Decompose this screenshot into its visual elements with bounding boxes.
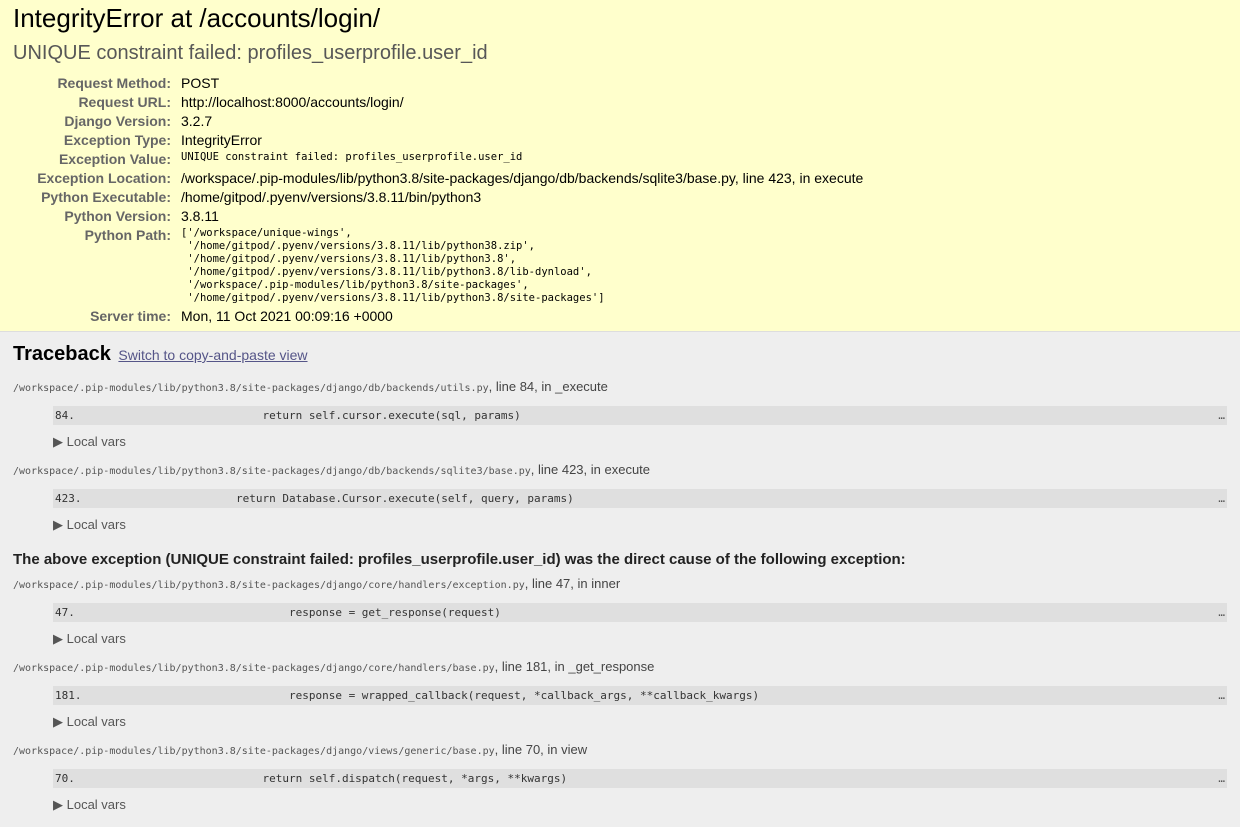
python-version-value: 3.8.11: [181, 208, 219, 224]
meta-row: Exception Value: UNIQUE constraint faile…: [13, 150, 863, 169]
meta-label: Request URL:: [78, 94, 171, 110]
expand-ellipsis[interactable]: …: [1218, 603, 1225, 622]
frame-location: , line 70, in view: [494, 742, 588, 757]
meta-row: Exception Location: /workspace/.pip-modu…: [13, 169, 863, 188]
frame-header: /workspace/.pip-modules/lib/python3.8/si…: [13, 742, 1227, 760]
request-method-value: POST: [181, 75, 220, 91]
local-vars-toggle[interactable]: ▶ Local vars: [53, 517, 1227, 533]
local-vars-toggle[interactable]: ▶ Local vars: [53, 797, 1227, 813]
expand-ellipsis[interactable]: …: [1218, 686, 1225, 705]
exception-value: UNIQUE constraint failed: profiles_userp…: [181, 151, 523, 163]
line-number: 70.: [55, 772, 75, 785]
expand-ellipsis[interactable]: …: [1218, 406, 1225, 425]
frames-group-b: /workspace/.pip-modules/lib/python3.8/si…: [13, 576, 1227, 813]
frame-header: /workspace/.pip-modules/lib/python3.8/si…: [13, 462, 1227, 480]
frame-filename: /workspace/.pip-modules/lib/python3.8/si…: [13, 663, 495, 674]
meta-label: Python Version:: [64, 208, 171, 224]
traceback-frame: /workspace/.pip-modules/lib/python3.8/si…: [13, 742, 1227, 813]
server-time-value: Mon, 11 Oct 2021 00:09:16 +0000: [181, 308, 393, 324]
line-number: 181.: [55, 689, 82, 702]
context-line[interactable]: 47. response = get_response(request) …: [53, 603, 1227, 622]
meta-row: Python Executable: /home/gitpod/.pyenv/v…: [13, 188, 863, 207]
code-text: response = wrapped_callback(request, *ca…: [183, 689, 760, 702]
python-path-value: ['/workspace/unique-wings', '/home/gitpo…: [181, 227, 605, 304]
meta-row: Python Version: 3.8.11: [13, 207, 863, 226]
django-version-value: 3.2.7: [181, 113, 213, 129]
frame-header: /workspace/.pip-modules/lib/python3.8/si…: [13, 576, 1227, 594]
frame-filename: /workspace/.pip-modules/lib/python3.8/si…: [13, 383, 489, 394]
code-text: return Database.Cursor.execute(self, que…: [183, 492, 574, 505]
python-executable-value: /home/gitpod/.pyenv/versions/3.8.11/bin/…: [181, 189, 482, 205]
line-number: 47.: [55, 606, 75, 619]
frame-filename: /workspace/.pip-modules/lib/python3.8/si…: [13, 580, 525, 591]
code-text: return self.dispatch(request, *args, **k…: [183, 772, 568, 785]
expand-ellipsis[interactable]: …: [1218, 769, 1225, 788]
context-line[interactable]: 84. return self.cursor.execute(sql, para…: [53, 406, 1227, 425]
context-line[interactable]: 70. return self.dispatch(request, *args,…: [53, 769, 1227, 788]
local-vars-toggle[interactable]: ▶ Local vars: [53, 714, 1227, 730]
meta-label: Exception Location:: [37, 170, 171, 186]
frame-location: , line 181, in _get_response: [494, 659, 655, 674]
request-meta-table: Request Method: POST Request URL: http:/…: [13, 74, 863, 326]
copy-paste-view-link[interactable]: Switch to copy-and-paste view: [118, 347, 307, 363]
expand-ellipsis[interactable]: …: [1218, 489, 1225, 508]
frame-location: , line 47, in inner: [524, 576, 621, 591]
meta-row: Python Path: ['/workspace/unique-wings',…: [13, 226, 863, 307]
exception-location-value: /workspace/.pip-modules/lib/python3.8/si…: [181, 170, 864, 186]
meta-row: Django Version: 3.2.7: [13, 112, 863, 131]
traceback-frame: /workspace/.pip-modules/lib/python3.8/si…: [13, 576, 1227, 647]
meta-label: Python Executable:: [41, 189, 171, 205]
context-line[interactable]: 181. response = wrapped_callback(request…: [53, 686, 1227, 705]
exception-cause-note: The above exception (UNIQUE constraint f…: [13, 551, 906, 568]
frame-filename: /workspace/.pip-modules/lib/python3.8/si…: [13, 746, 495, 757]
frames-group-a: /workspace/.pip-modules/lib/python3.8/si…: [13, 379, 1227, 533]
error-summary: IntegrityError at /accounts/login/ UNIQU…: [0, 0, 1240, 332]
frame-header: /workspace/.pip-modules/lib/python3.8/si…: [13, 659, 1227, 677]
local-vars-toggle[interactable]: ▶ Local vars: [53, 631, 1227, 647]
frame-location: , line 84, in _execute: [488, 379, 608, 394]
meta-label: Exception Type:: [63, 132, 171, 148]
frame-filename: /workspace/.pip-modules/lib/python3.8/si…: [13, 466, 531, 477]
page-title: IntegrityError at /accounts/login/: [13, 3, 381, 33]
meta-row: Exception Type: IntegrityError: [13, 131, 863, 150]
meta-label: Django Version:: [64, 113, 171, 129]
meta-row: Request Method: POST: [13, 74, 863, 93]
meta-row: Request URL: http://localhost:8000/accou…: [13, 93, 863, 112]
meta-label: Server time:: [90, 308, 171, 324]
meta-label: Python Path:: [84, 227, 171, 243]
traceback-title: Traceback: [13, 343, 111, 365]
meta-label: Exception Value:: [58, 151, 171, 167]
code-text: return self.cursor.execute(sql, params): [183, 409, 521, 422]
traceback-heading: Traceback Switch to copy-and-paste view: [13, 342, 1227, 367]
code-text: response = get_response(request): [183, 606, 501, 619]
exception-type-value: IntegrityError: [181, 132, 262, 148]
request-url-value: http://localhost:8000/accounts/login/: [181, 94, 404, 110]
frame-header: /workspace/.pip-modules/lib/python3.8/si…: [13, 379, 1227, 397]
traceback-section: Traceback Switch to copy-and-paste view …: [0, 332, 1240, 813]
traceback-frame: /workspace/.pip-modules/lib/python3.8/si…: [13, 462, 1227, 533]
exception-message: UNIQUE constraint failed: profiles_userp…: [13, 42, 488, 64]
traceback-frame: /workspace/.pip-modules/lib/python3.8/si…: [13, 379, 1227, 450]
line-number: 423.: [55, 492, 82, 505]
local-vars-toggle[interactable]: ▶ Local vars: [53, 434, 1227, 450]
line-number: 84.: [55, 409, 75, 422]
meta-label: Request Method:: [57, 75, 171, 91]
meta-row: Server time: Mon, 11 Oct 2021 00:09:16 +…: [13, 307, 863, 326]
traceback-frame: /workspace/.pip-modules/lib/python3.8/si…: [13, 659, 1227, 730]
frame-location: , line 423, in execute: [530, 462, 651, 477]
context-line[interactable]: 423. return Database.Cursor.execute(self…: [53, 489, 1227, 508]
